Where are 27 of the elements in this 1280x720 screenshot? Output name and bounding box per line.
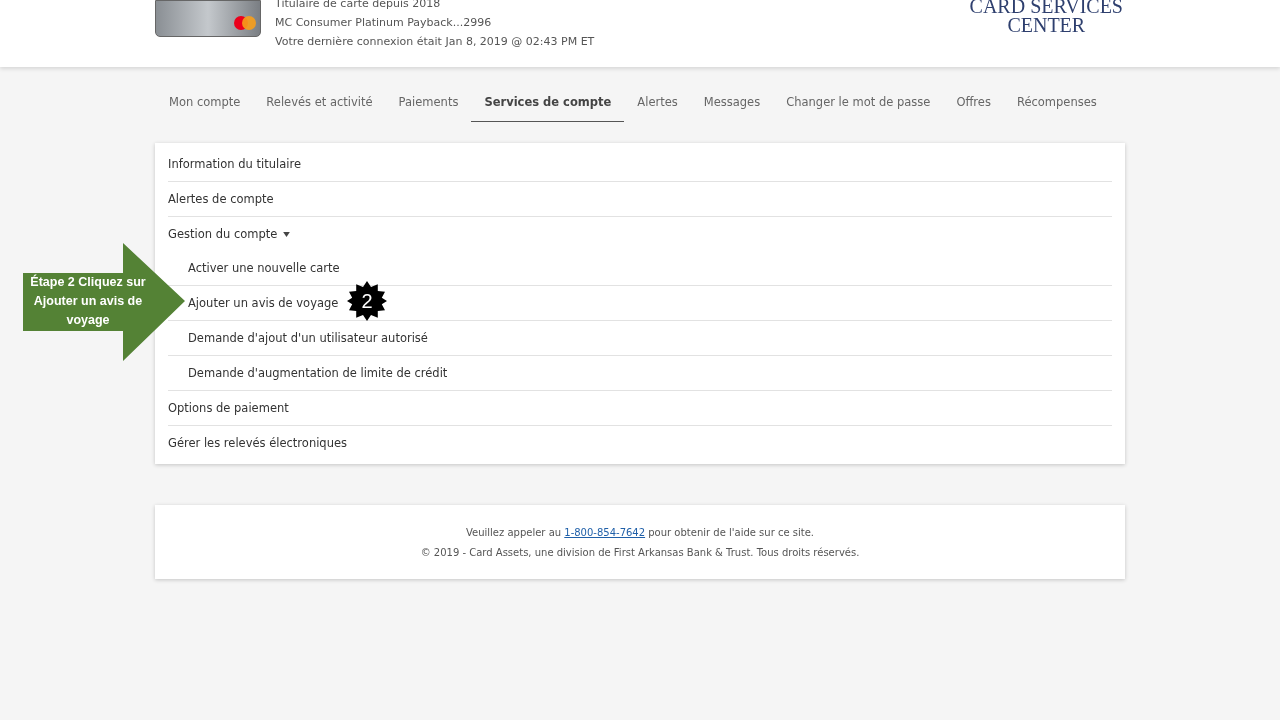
help-text: Veuillez appeler au 1-800-854-7642 pour obtenir de l'aide sur ce site. [464, 526, 815, 540]
menu-link[interactable]: Options de paiement [168, 401, 289, 415]
nav-tab[interactable]: Changer le mot de passe [773, 84, 944, 122]
nav-tab[interactable]: Mon compte [156, 84, 254, 122]
menu-link[interactable]: Information du titulaire [168, 157, 301, 171]
menu-link[interactable]: Alertes de compte [168, 192, 274, 206]
phone-link[interactable]: 1-800-854-7642 [564, 527, 646, 538]
nav-tab[interactable]: Offres [943, 84, 1004, 122]
copyright-text: © 2019 - Card Assets, une division de First Arkansas Bank & Trust. Tous droits réservés. [419, 546, 861, 560]
nav-tab[interactable]: Paiements [385, 84, 472, 122]
card-info-text: MC Consumer Platinum Payback...2996 [275, 16, 493, 29]
menu-link[interactable]: Gérer les relevés électroniques [168, 436, 347, 450]
nav-tab[interactable]: Services de compte [471, 84, 625, 122]
logo-text: CARD SERVICES [969, 0, 1123, 16]
menu-link[interactable]: Gestion du compte [168, 227, 278, 241]
nav-tab[interactable]: Récompenses [1003, 84, 1110, 122]
submenu-link[interactable]: Demande d'ajout d'un utilisateur autorisé [188, 331, 428, 345]
nav-tab[interactable]: Alertes [624, 84, 691, 122]
submenu-link[interactable]: Ajouter un avis de voyage [188, 296, 339, 310]
card-logo-icon [234, 16, 256, 30]
submenu-link[interactable]: Activer une nouvelle carte [188, 261, 340, 275]
nav-tab[interactable]: Relevés et activité [253, 84, 386, 122]
submenu-link[interactable]: Demande d'augmentation de limite de crédit [188, 366, 448, 380]
callout-text: Étape 2 Cliquez sur Ajouter un avis de voyage [29, 273, 147, 329]
card-info-text: Votre dernière connexion était Jan 8, 2019 @ 02:43 PM ET [275, 35, 595, 48]
nav-tab[interactable]: Messages [690, 84, 774, 122]
logo-text: CENTER [1006, 16, 1087, 35]
